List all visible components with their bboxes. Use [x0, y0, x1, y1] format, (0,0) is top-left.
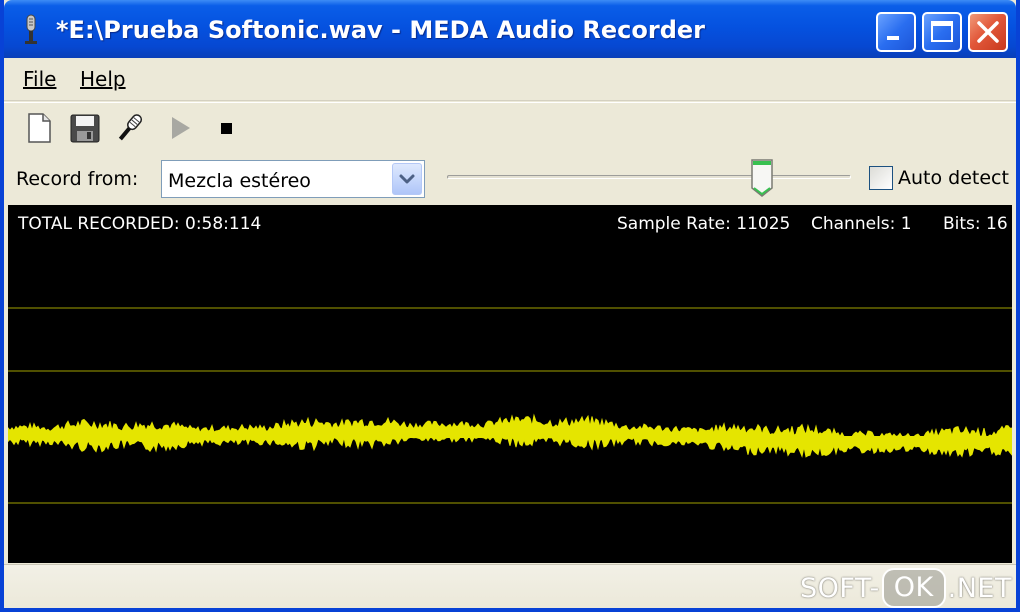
menu-help-label: Help	[80, 67, 126, 91]
watermark-left: SOFT-	[799, 572, 880, 604]
watermark-ok: OK	[881, 568, 946, 608]
new-file-icon[interactable]	[22, 111, 56, 145]
level-slider-track[interactable]	[447, 175, 851, 179]
total-recorded: TOTAL RECORDED: 0:58:114	[18, 214, 262, 234]
bits: Bits: 16	[943, 214, 1008, 234]
minimize-icon	[887, 36, 899, 40]
menu-file[interactable]: File	[23, 67, 56, 91]
microphone-icon[interactable]	[112, 111, 146, 145]
level-slider-thumb[interactable]	[750, 158, 774, 198]
waveform-canvas	[8, 307, 1012, 504]
watermark: SOFT- OK .NET	[800, 568, 1012, 608]
menu-bar: File Help	[4, 58, 1016, 101]
record-controls: Record from: Mezcla estéreo Auto detect	[4, 152, 1016, 204]
auto-detect-label: Auto detect	[898, 167, 1009, 189]
play-icon[interactable]	[164, 111, 198, 145]
maximize-button[interactable]	[922, 12, 962, 52]
record-source-value: Mezcla estéreo	[168, 170, 311, 192]
auto-detect-checkbox[interactable]	[869, 166, 893, 190]
chevron-down-icon	[399, 174, 415, 184]
title-bar[interactable]: *E:\Prueba Softonic.wav - MEDA Audio Rec…	[4, 0, 1016, 58]
waveform-display: TOTAL RECORDED: 0:58:114 Sample Rate: 11…	[8, 205, 1012, 563]
save-icon[interactable]	[68, 111, 102, 145]
minimize-button[interactable]	[876, 12, 916, 52]
toolbar	[4, 102, 1016, 153]
record-from-label: Record from:	[16, 168, 139, 190]
window-title: *E:\Prueba Softonic.wav - MEDA Audio Rec…	[56, 16, 705, 44]
close-icon	[977, 21, 999, 43]
record-source-select[interactable]: Mezcla estéreo	[161, 160, 425, 198]
maximize-icon	[931, 21, 953, 42]
channels: Channels: 1	[811, 214, 912, 234]
menu-file-label: File	[23, 67, 57, 91]
audio-waveform	[8, 413, 1012, 458]
app-window: *E:\Prueba Softonic.wav - MEDA Audio Rec…	[0, 0, 1020, 612]
close-button[interactable]	[968, 12, 1008, 52]
dropdown-button[interactable]	[392, 163, 422, 195]
menu-help[interactable]: Help	[80, 67, 126, 91]
watermark-right: .NET	[947, 572, 1012, 604]
microphone-icon	[25, 14, 37, 44]
stop-icon[interactable]	[210, 111, 244, 145]
sample-rate: Sample Rate: 11025	[617, 214, 791, 234]
